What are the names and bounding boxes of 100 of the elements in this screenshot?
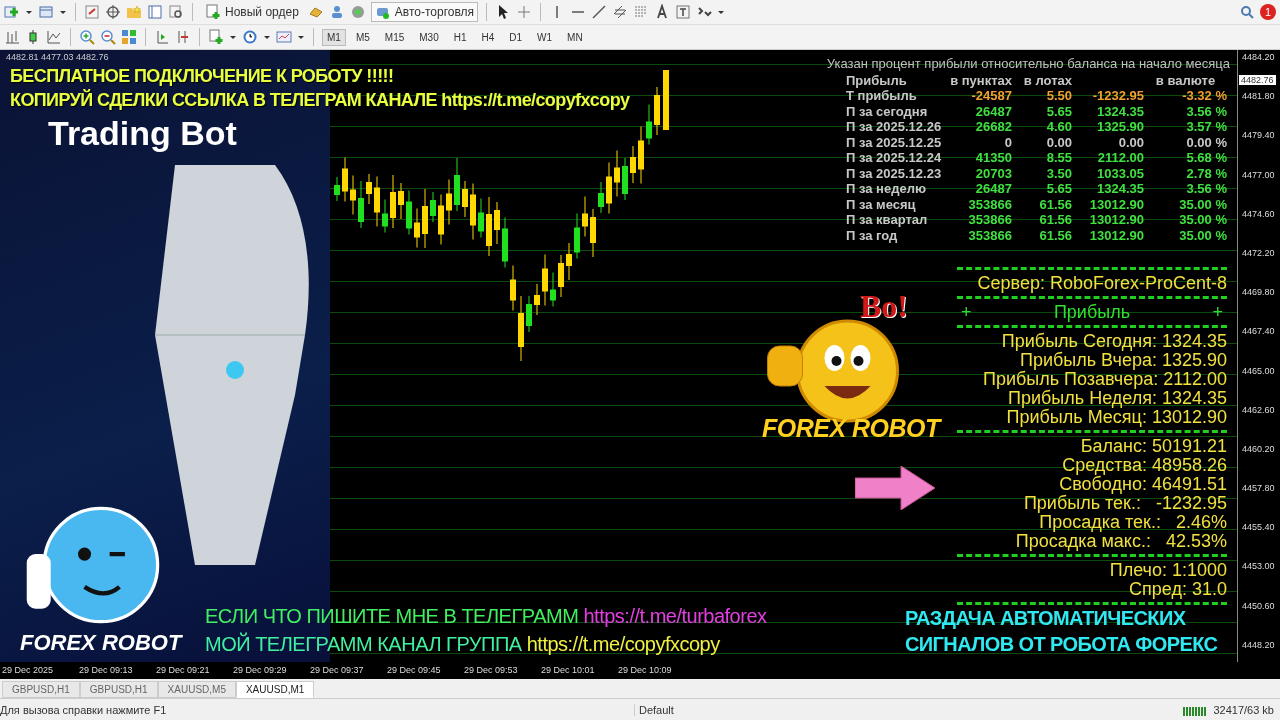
candle <box>374 176 380 227</box>
signal-icon[interactable] <box>349 4 366 20</box>
candle <box>486 196 492 257</box>
new-chart-icon[interactable] <box>4 4 20 20</box>
account-stat: Прибыль Сегодня: 1324.35 <box>1001 332 1227 351</box>
table-cell-text: 5.50 <box>1045 88 1072 104</box>
candle <box>663 70 669 130</box>
chart-tab[interactable]: XAUUSD,M5 <box>157 681 236 699</box>
panel-icon[interactable] <box>147 4 163 20</box>
magnifier-icon[interactable] <box>168 4 184 20</box>
search-icon[interactable] <box>1239 4 1255 20</box>
price-label: 4462.60 <box>1242 404 1276 415</box>
price-label: 4453.00 <box>1242 561 1276 572</box>
period-button[interactable]: W1 <box>532 28 558 46</box>
tile-windows-icon[interactable] <box>121 29 137 45</box>
candle <box>598 181 604 214</box>
table-cell-text: 61.56 <box>1038 196 1072 212</box>
table-cell-text: 353866 <box>967 196 1012 212</box>
period-button[interactable]: M30 <box>414 28 444 46</box>
caret-icon[interactable] <box>59 8 67 16</box>
crosshair-icon[interactable] <box>105 4 121 20</box>
table-cell-text: 4.60 <box>1045 119 1072 135</box>
table-cell-text: 41350 <box>974 150 1012 166</box>
caret-icon[interactable] <box>229 33 237 41</box>
zoom-out-icon[interactable] <box>100 29 116 45</box>
time-label: 29 Dec 09:45 <box>387 665 442 676</box>
price-label: 4448.20 <box>1242 639 1276 650</box>
table-cell-text: 61.56 <box>1038 227 1072 243</box>
table-cell-text: 1325.90 <box>1096 119 1144 135</box>
candle <box>342 157 348 202</box>
zoom-in-icon[interactable] <box>79 29 95 45</box>
picture-caption: FOREX ROBOT <box>20 630 182 656</box>
candle <box>526 295 532 333</box>
period-button[interactable]: H1 <box>448 28 472 46</box>
table-cell-text: 0.00 <box>1117 134 1144 150</box>
table-cell-text: 0.00 <box>1045 134 1072 150</box>
bar-chart-icon[interactable] <box>4 29 20 45</box>
price-label: 4479.40 <box>1242 130 1276 141</box>
time-label: 29 Dec 10:01 <box>541 665 596 676</box>
label-icon[interactable] <box>675 4 692 20</box>
folder-star-icon[interactable] <box>126 4 142 20</box>
time-label: 29 Dec 09:29 <box>233 665 288 676</box>
table-cell-text: 1324.35 <box>1096 181 1144 197</box>
price-label: 4450.60 <box>1242 600 1276 611</box>
table-cell-text: 35.00 % <box>1178 212 1227 228</box>
window-icon[interactable] <box>38 4 54 20</box>
table-cell-text: 2.78 % <box>1185 165 1227 181</box>
candle <box>462 180 468 218</box>
candle <box>590 208 596 258</box>
caret-icon[interactable] <box>297 33 305 41</box>
period-button[interactable]: M5 <box>350 28 375 46</box>
template-icon[interactable] <box>276 29 292 45</box>
candle <box>534 283 540 316</box>
clock-icon[interactable] <box>242 29 258 45</box>
time-label: 29 Dec 09:21 <box>156 665 211 676</box>
account-stat: Просадка тек.: 2.46% <box>1039 513 1227 532</box>
price-label: 4460.20 <box>1242 443 1276 454</box>
period-button[interactable]: H4 <box>476 28 500 46</box>
candle <box>430 191 436 223</box>
chart-tab[interactable]: GBPUSD,H1 <box>79 681 158 699</box>
price-label: 4465.00 <box>1242 365 1276 376</box>
caret-icon[interactable] <box>717 8 726 16</box>
channel-icon[interactable] <box>612 4 629 20</box>
candle <box>494 201 500 245</box>
candle <box>630 145 636 184</box>
table-cell-text: П за квартал <box>846 212 929 228</box>
table-cell-text: П за неделю <box>846 181 927 197</box>
column-header: в пунктах <box>949 72 1012 88</box>
caret-icon[interactable] <box>263 33 271 41</box>
table-cell-text: П за год <box>846 227 899 243</box>
period-button[interactable]: D1 <box>504 28 528 46</box>
price-tag: 4482.76 <box>1239 75 1276 85</box>
trendline-icon[interactable] <box>591 4 608 20</box>
footer-text: МОЙ ТЕЛЕГРАММ КАНАЛ ГРУППА https://t.me/copyfxcopy <box>205 631 721 657</box>
banner-text: БЕСПЛАТНОЕ ПОДКЛЮЧЕНИЕ К РОБОТУ !!!!! <box>10 65 395 88</box>
candle <box>398 182 404 220</box>
auto-trading-button[interactable]: Авто-торговля <box>370 2 479 22</box>
candle <box>422 188 428 249</box>
candle <box>446 179 452 225</box>
table-cell-text: 1324.35 <box>1096 103 1144 119</box>
chart-tab[interactable]: GBPUSD,H1 <box>2 681 80 699</box>
table-cell-text: 3.57 % <box>1185 119 1227 135</box>
status-text: Для вызова справки нажмите F1 <box>0 703 168 716</box>
new-order-button[interactable]: Новый ордер <box>201 2 303 22</box>
table-cell-text: 26487 <box>974 103 1012 119</box>
table-cell-text: 5.68 % <box>1185 150 1227 166</box>
caret-icon[interactable] <box>25 8 33 16</box>
chart-tab[interactable]: XAUUSD,M1 <box>235 681 315 699</box>
period-button[interactable]: M1 <box>322 28 346 46</box>
market-watch-icon[interactable] <box>84 4 100 20</box>
line-chart-icon[interactable] <box>46 29 62 45</box>
right-arrow-icon <box>855 466 935 510</box>
shift-icon[interactable] <box>175 29 191 45</box>
notification-badge[interactable]: 1 <box>1260 4 1276 20</box>
candle <box>510 265 516 311</box>
period-button[interactable]: MN <box>562 28 588 46</box>
indicators-icon[interactable] <box>208 29 224 45</box>
period-button[interactable]: M15 <box>379 28 410 46</box>
account-stat: Прибыль Неделя: 1324.35 <box>1008 389 1227 408</box>
scroll-icon[interactable] <box>154 29 170 45</box>
